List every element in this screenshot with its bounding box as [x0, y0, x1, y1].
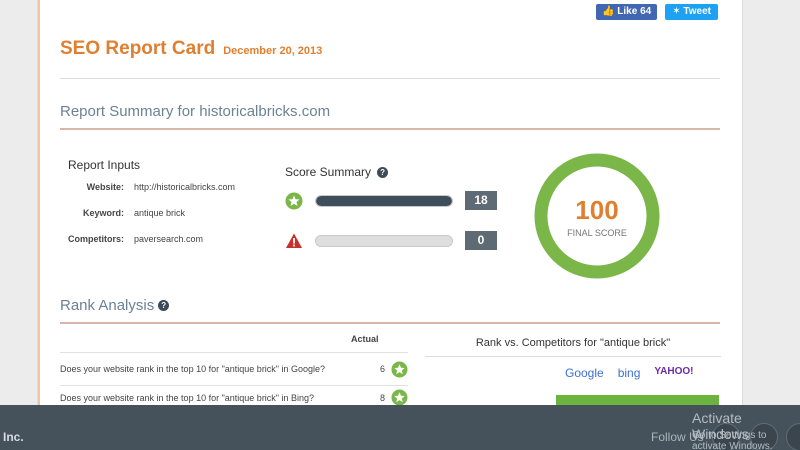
social-buttons: 👍 Like 64 ✶ Tweet — [596, 4, 718, 20]
failed-count: 0 — [465, 231, 497, 250]
search-engine-logos: Google bing YAHOO! — [565, 366, 693, 380]
facebook-like-button[interactable]: 👍 Like 64 — [596, 4, 658, 20]
thumbs-up-icon: 👍 — [602, 6, 615, 17]
bing-logo: bing — [617, 366, 641, 380]
table-row: Does your website rank in the top 10 for… — [60, 352, 408, 385]
report-inputs-title: Report Inputs — [68, 158, 141, 172]
page-title-row: SEO Report Card December 20, 2013 — [60, 38, 322, 60]
table-row: Does your website rank in the top 10 for… — [60, 385, 408, 405]
report-page: 👍 Like 64 ✶ Tweet SEO Report Card Decemb… — [37, 0, 743, 405]
rank-bar — [556, 395, 719, 405]
report-date: December 20, 2013 — [223, 45, 323, 57]
star-icon — [391, 389, 408, 405]
divider — [60, 78, 720, 79]
final-score: 100 FINAL SCORE — [532, 151, 662, 281]
score-row-passed: 18 — [285, 191, 497, 210]
input-row-keyword: Keyword: antique brick — [82, 208, 186, 218]
passed-progress-fill — [316, 195, 452, 206]
page-title: SEO Report Card — [60, 38, 216, 59]
star-icon — [285, 192, 303, 209]
section-divider — [60, 128, 720, 130]
footer-company-text: Inc. — [3, 430, 24, 444]
left-accent-border — [38, 0, 40, 405]
competitors-title: Rank vs. Competitors for "antique brick" — [475, 337, 671, 349]
final-score-value: 100 — [575, 194, 619, 225]
help-icon[interactable]: ? — [377, 166, 389, 178]
divider — [425, 356, 721, 357]
star-icon — [391, 360, 408, 378]
actual-column-header: Actual — [351, 334, 379, 344]
score-summary-title: Score Summary ? — [285, 165, 389, 179]
passed-progress-bar — [315, 194, 453, 207]
yahoo-logo: YAHOO! — [654, 366, 694, 377]
final-score-label: FINAL SCORE — [567, 227, 627, 238]
tweet-button[interactable]: ✶ Tweet — [665, 4, 718, 20]
help-icon[interactable]: ? — [158, 300, 170, 311]
twitter-bird-icon: ✶ — [672, 6, 681, 17]
section-divider — [60, 322, 720, 324]
activation-watermark-subtitle: Go to Settings to activate Windows. — [692, 430, 773, 450]
score-row-failed: 0 — [285, 231, 497, 250]
google-logo: Google — [565, 366, 604, 380]
input-row-website: Website: http://historicalbricks.com — [86, 182, 236, 192]
rank-analysis-title: Rank Analysis ? — [60, 297, 170, 314]
warning-icon — [286, 233, 302, 248]
input-row-competitors: Competitors: paversearch.com — [68, 234, 204, 244]
passed-count: 18 — [465, 191, 497, 210]
failed-progress-bar — [315, 234, 453, 247]
report-summary-title: Report Summary for historicalbricks.com — [60, 103, 331, 120]
